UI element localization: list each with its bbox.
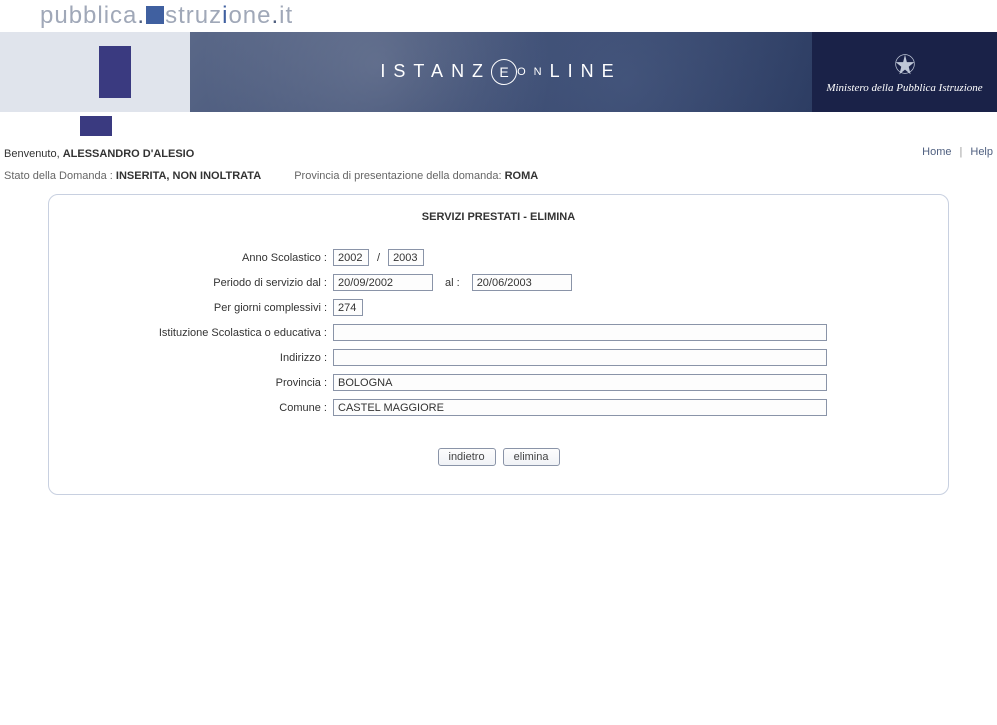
site-title-part1: pubblica	[40, 2, 137, 29]
banner-line: LINE	[550, 61, 622, 81]
site-title-part2: struz	[165, 2, 222, 29]
form-title: SERVIZI PRESTATI - ELIMINA	[73, 211, 924, 223]
site-title-tld: it	[279, 2, 293, 29]
banner: ISTANZEONLINE Ministero della Pubblica I…	[0, 32, 997, 112]
banner-text: ISTANZEONLINE	[380, 59, 621, 85]
status-line: Stato della Domanda : INSERITA, NON INOL…	[0, 168, 997, 190]
banner-left	[0, 32, 190, 112]
elimina-button[interactable]: elimina	[503, 448, 560, 466]
domanda-status-value: INSERITA, NON INOLTRATA	[116, 170, 261, 182]
input-indirizzo[interactable]	[333, 349, 827, 366]
input-comune[interactable]	[333, 399, 827, 416]
row-comune: Comune :	[73, 397, 924, 418]
button-row: indietro elimina	[73, 448, 924, 466]
row-giorni: Per giorni complessivi :	[73, 297, 924, 318]
anno-separator: /	[377, 252, 380, 264]
row-provincia: Provincia :	[73, 372, 924, 393]
ministry-label: Ministero della Pubblica Istruzione	[826, 82, 982, 94]
site-title-dot2: .	[271, 2, 279, 29]
banner-decor-block	[99, 46, 131, 98]
welcome-label: Benvenuto,	[4, 148, 63, 160]
nav-home-link[interactable]: Home	[922, 146, 951, 158]
form-panel: SERVIZI PRESTATI - ELIMINA Anno Scolasti…	[48, 194, 949, 495]
row-periodo: Periodo di servizio dal : al :	[73, 272, 924, 293]
sub-banner-left	[0, 112, 190, 140]
provincia-value: ROMA	[505, 170, 539, 182]
nav-separator: |	[960, 146, 963, 158]
input-anno-from[interactable]	[333, 249, 369, 266]
label-giorni: Per giorni complessivi :	[73, 302, 333, 314]
input-anno-to[interactable]	[388, 249, 424, 266]
site-title-part3: one	[228, 2, 271, 29]
label-anno-scolastico: Anno Scolastico :	[73, 252, 333, 264]
banner-istanz: ISTANZ	[380, 61, 491, 81]
row-indirizzo: Indirizzo :	[73, 347, 924, 368]
banner-right: Ministero della Pubblica Istruzione	[812, 32, 997, 112]
welcome-username: ALESSANDRO D'ALESIO	[63, 148, 195, 160]
nav-help-link[interactable]: Help	[970, 146, 993, 158]
input-istituzione[interactable]	[333, 324, 827, 341]
banner-on: ON	[517, 66, 550, 78]
sub-banner-decor-block	[80, 116, 112, 136]
info-bar: Benvenuto, ALESSANDRO D'ALESIO Home | He…	[0, 140, 997, 168]
row-istituzione: Istituzione Scolastica o educativa :	[73, 322, 924, 343]
input-giorni[interactable]	[333, 299, 363, 316]
input-data-al[interactable]	[472, 274, 572, 291]
site-title-dot1: .	[137, 2, 145, 29]
logo-box-icon	[146, 6, 164, 24]
row-anno-scolastico: Anno Scolastico : /	[73, 247, 924, 268]
site-title: pubblica.struzione.it	[40, 2, 293, 30]
label-al: al :	[445, 277, 460, 289]
emblem-icon	[891, 50, 919, 78]
top-nav: Home | Help	[922, 146, 993, 158]
provincia-label: Provincia di presentazione della domanda…	[294, 170, 504, 182]
label-provincia-form: Provincia :	[73, 377, 333, 389]
label-periodo-dal: Periodo di servizio dal :	[73, 277, 333, 289]
label-comune: Comune :	[73, 402, 333, 414]
welcome-line: Benvenuto, ALESSANDRO D'ALESIO	[4, 146, 194, 162]
input-provincia[interactable]	[333, 374, 827, 391]
label-istituzione: Istituzione Scolastica o educativa :	[73, 327, 333, 339]
top-header: pubblica.struzione.it	[0, 0, 997, 32]
label-indirizzo: Indirizzo :	[73, 352, 333, 364]
banner-circle-e: E	[491, 59, 517, 85]
input-data-dal[interactable]	[333, 274, 433, 291]
banner-center: ISTANZEONLINE	[190, 32, 812, 112]
indietro-button[interactable]: indietro	[438, 448, 496, 466]
sub-banner	[0, 112, 997, 140]
domanda-status-label: Stato della Domanda :	[4, 170, 116, 182]
